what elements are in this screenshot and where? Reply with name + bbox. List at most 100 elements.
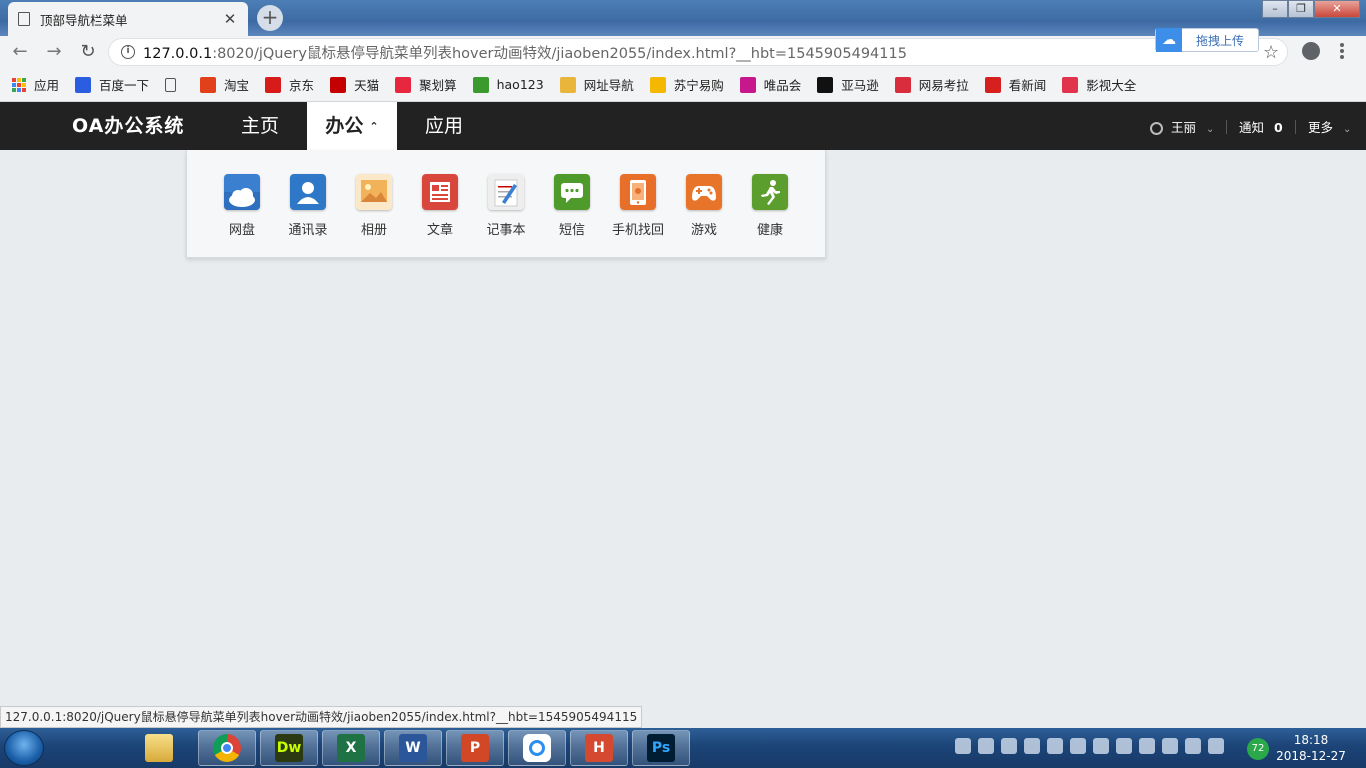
address-bar[interactable]: i 127.0.0.1:8020/jQuery鼠标悬停导航菜单列表hover动画… xyxy=(108,38,1288,66)
bookmark-item[interactable]: 聚划算 xyxy=(395,75,457,94)
bookmark-label: 亚马逊 xyxy=(841,78,879,93)
browser-tab[interactable]: 顶部导航栏菜单 ✕ xyxy=(8,2,248,36)
taskbar-photoshop[interactable]: Ps xyxy=(632,730,690,766)
volume-icon[interactable] xyxy=(1093,738,1109,754)
sms-icon xyxy=(554,174,590,210)
start-button[interactable] xyxy=(4,730,44,766)
office-app-label: 健康 xyxy=(756,223,783,238)
notify-count-badge: 0 xyxy=(1274,120,1283,135)
taskbar-baidu-netdisk[interactable] xyxy=(508,730,566,766)
security-badge[interactable]: 72 xyxy=(1247,738,1269,760)
url-host: 127.0.0.1 xyxy=(143,45,213,62)
bookmark-star-icon[interactable]: ☆ xyxy=(1263,42,1279,63)
chevron-up-icon: ⌃ xyxy=(369,119,379,133)
office-app-game[interactable]: 游戏 xyxy=(671,174,737,238)
bookmark-item[interactable]: 网址导航 xyxy=(559,75,634,94)
nav-office[interactable]: 办公 ⌃ xyxy=(307,102,397,150)
bookmark-item[interactable]: 影视大全 xyxy=(1062,75,1136,94)
amazon-icon xyxy=(817,76,834,93)
system-tray xyxy=(955,738,1224,754)
file-explorer-icon xyxy=(145,734,173,762)
bluetooth-icon[interactable] xyxy=(1070,738,1086,754)
maximize-button[interactable]: ❐ xyxy=(1288,0,1314,18)
bookmark-label: 京东 xyxy=(289,78,315,93)
taskbar-app-letter: Dw xyxy=(276,740,302,756)
taskbar-word[interactable]: W xyxy=(384,730,442,766)
taskbar-app-letter: H xyxy=(593,740,605,756)
status-bar-url: 127.0.0.1:8020/jQuery鼠标悬停导航菜单列表hover动画特效… xyxy=(0,706,643,728)
office-app-label: 通讯录 xyxy=(288,223,328,238)
bookmark-item[interactable]: 天猫 xyxy=(330,75,379,94)
tmall-icon xyxy=(330,76,347,93)
bookmark-item[interactable]: 唯品会 xyxy=(739,75,801,94)
back-button[interactable]: ← xyxy=(6,38,34,66)
bookmark-item[interactable]: 百度一下 xyxy=(75,75,149,94)
wordpress-icon[interactable] xyxy=(1001,738,1017,754)
bookmark-item[interactable]: 淘宝 xyxy=(200,75,249,94)
office-app-cloud-disk[interactable]: 网盘 xyxy=(209,174,275,238)
bookmark-item[interactable]: 看新闻 xyxy=(984,75,1047,94)
clock-date: 2018-12-27 xyxy=(1276,749,1346,763)
taskbar-excel[interactable]: X xyxy=(322,730,380,766)
bookmark-label: 百度一下 xyxy=(99,78,150,93)
bookmark-item[interactable]: 亚马逊 xyxy=(817,75,879,94)
drag-upload-button[interactable]: ☁ 拖拽上传 xyxy=(1155,28,1259,52)
minimize-button[interactable]: – xyxy=(1262,0,1288,18)
close-icon[interactable]: ✕ xyxy=(222,11,238,27)
monitor-icon[interactable] xyxy=(1116,738,1132,754)
taskbar-dreamweaver[interactable]: Dw xyxy=(260,730,318,766)
bookmarks-bar: 应用 百度一下 淘宝 京东 天猫 聚划算 hao123 网址导航 苏宁易购 唯品会 亚马逊 网易考拉 看… xyxy=(0,68,1366,102)
user-menu[interactable]: 王丽 ⌄ xyxy=(1150,102,1214,150)
vip-icon xyxy=(739,76,756,93)
battery-icon[interactable] xyxy=(1208,738,1224,754)
close-window-button[interactable]: ✕ xyxy=(1314,0,1360,18)
office-app-phone-find[interactable]: 手机找回 xyxy=(605,174,671,238)
bookmark-item[interactable]: 苏宁易购 xyxy=(649,75,724,94)
chevron-down-icon: ⌄ xyxy=(1343,124,1352,135)
baidu-cloud-tray-icon[interactable] xyxy=(1047,738,1063,754)
taskbar-file-explorer[interactable] xyxy=(130,730,188,766)
apps-grid-icon xyxy=(12,77,26,92)
bookmark-label: 看新闻 xyxy=(1008,78,1047,93)
user-name: 王丽 xyxy=(1171,120,1197,135)
more-menu[interactable]: 更多 ⌄ xyxy=(1308,102,1351,150)
clock[interactable]: 18:18 2018-12-27 xyxy=(1276,732,1346,764)
office-app-contacts[interactable]: 通讯录 xyxy=(275,174,341,238)
office-app-notepad[interactable]: 记事本 xyxy=(473,174,539,238)
taskbar-hbuilder[interactable]: H xyxy=(570,730,628,766)
browser-menu-icon[interactable] xyxy=(1340,43,1344,59)
bookmark-item[interactable]: 京东 xyxy=(265,75,314,94)
taskbar-app-letter: Ps xyxy=(651,740,671,756)
bookmark-item[interactable] xyxy=(165,77,184,92)
taskbar-chrome[interactable] xyxy=(198,730,256,766)
bookmark-label: 网址导航 xyxy=(583,78,634,93)
account-icon[interactable] xyxy=(1302,42,1320,60)
keyboard-icon[interactable] xyxy=(955,738,971,754)
network-icon[interactable] xyxy=(978,738,994,754)
office-app-article[interactable]: 文章 xyxy=(407,174,473,238)
bookmark-label: 影视大全 xyxy=(1086,78,1137,93)
signal-icon[interactable] xyxy=(1185,738,1201,754)
office-app-photo-album[interactable]: 相册 xyxy=(341,174,407,238)
taskbar-powerpoint[interactable]: P xyxy=(446,730,504,766)
ime-icon[interactable] xyxy=(1139,738,1155,754)
bookmark-label: 应用 xyxy=(34,78,60,93)
new-tab-button[interactable]: + xyxy=(257,5,283,31)
bookmark-item[interactable]: 应用 xyxy=(12,75,59,94)
tray-app-icon[interactable] xyxy=(1024,738,1040,754)
nav-apps[interactable]: 应用 xyxy=(410,102,478,150)
notifications-button[interactable]: 通知 0 xyxy=(1239,102,1283,150)
hbuilder-icon: H xyxy=(585,734,613,762)
forward-button[interactable]: → xyxy=(40,38,68,66)
office-app-sms[interactable]: 短信 xyxy=(539,174,605,238)
dreamweaver-icon: Dw xyxy=(275,734,303,762)
bookmark-item[interactable]: hao123 xyxy=(472,76,544,93)
bookmark-item[interactable]: 网易考拉 xyxy=(894,75,969,94)
office-app-health[interactable]: 健康 xyxy=(737,174,803,238)
info-icon[interactable]: i xyxy=(121,45,135,59)
reload-button[interactable]: ↻ xyxy=(74,38,102,66)
notify-label: 通知 xyxy=(1239,120,1265,135)
qq-icon[interactable] xyxy=(1162,738,1178,754)
windows-taskbar: 72 18:18 2018-12-27 Dw X W P H Ps xyxy=(0,728,1366,768)
nav-home[interactable]: 主页 xyxy=(226,102,294,150)
